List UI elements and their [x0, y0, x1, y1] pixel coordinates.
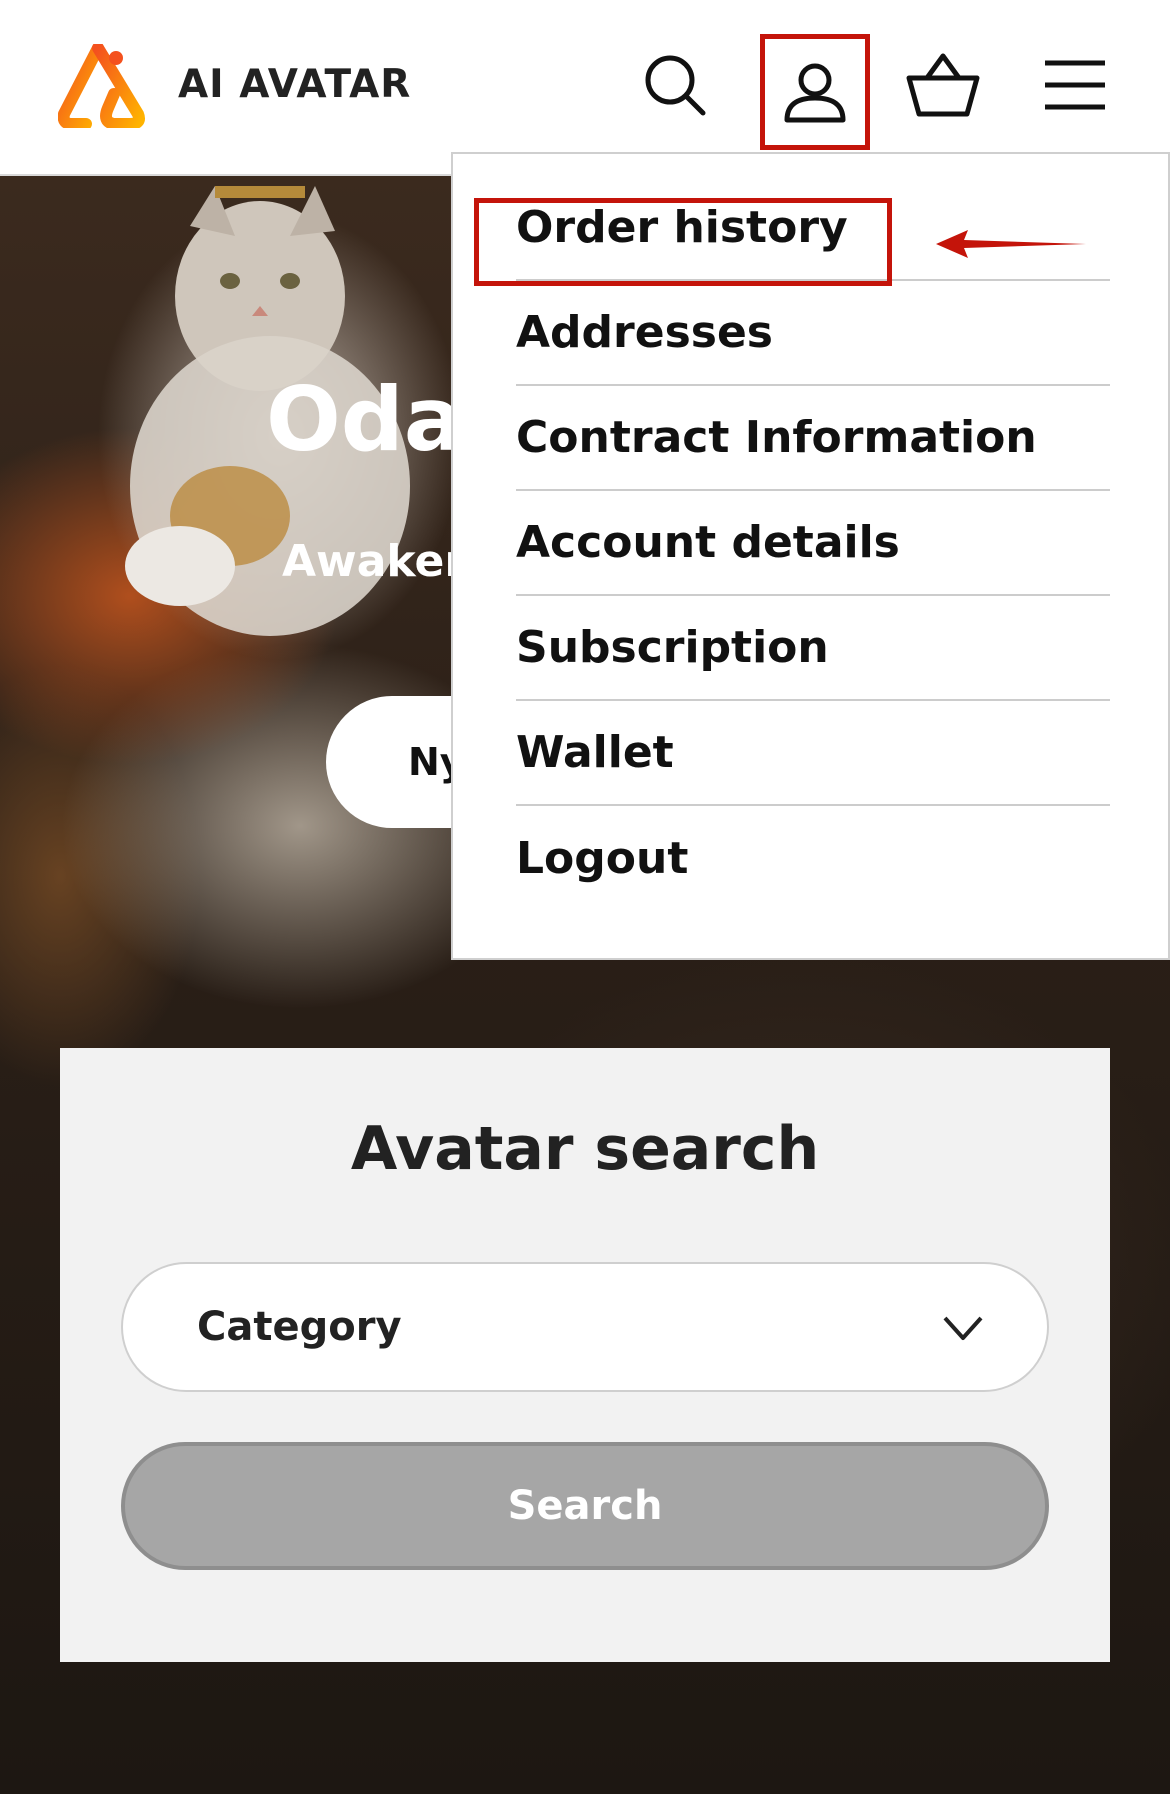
category-select[interactable]: Category	[121, 1262, 1049, 1392]
hero-title: Oda	[266, 368, 464, 471]
logo-text[interactable]: AI AVATAR	[178, 62, 411, 107]
search-icon[interactable]	[630, 40, 720, 130]
menu-item-subscription[interactable]: Subscription	[516, 596, 1110, 701]
menu-item-label: Contract Information	[516, 412, 1037, 463]
menu-item-label: Order history	[516, 202, 848, 253]
menu-item-contract-information[interactable]: Contract Information	[516, 386, 1110, 491]
chevron-down-icon	[943, 1316, 983, 1340]
search-button[interactable]: Search	[121, 1442, 1049, 1570]
cart-icon[interactable]	[898, 40, 988, 130]
menu-icon[interactable]	[1030, 40, 1120, 130]
hero-subtitle: Awaker	[282, 536, 467, 587]
category-select-value: Category	[197, 1304, 402, 1350]
menu-item-label: Logout	[516, 833, 689, 884]
menu-item-addresses[interactable]: Addresses	[516, 281, 1110, 386]
avatar-search-title: Avatar search	[350, 1114, 820, 1184]
menu-item-label: Wallet	[516, 727, 674, 778]
menu-item-account-details[interactable]: Account details	[516, 491, 1110, 596]
logo-icon[interactable]	[58, 44, 148, 128]
menu-item-label: Addresses	[516, 307, 773, 358]
account-icon[interactable]	[760, 34, 870, 150]
avatar-search-card: Avatar search Category Search	[60, 1048, 1110, 1662]
menu-item-wallet[interactable]: Wallet	[516, 701, 1110, 806]
menu-item-logout[interactable]: Logout	[516, 806, 1110, 911]
site-header: AI AVATAR	[0, 0, 1170, 176]
account-dropdown-menu: Order history Addresses Contract Informa…	[451, 152, 1170, 960]
arrow-left-annotation-icon	[936, 230, 1086, 258]
menu-item-label: Account details	[516, 517, 900, 568]
menu-item-label: Subscription	[516, 622, 829, 673]
